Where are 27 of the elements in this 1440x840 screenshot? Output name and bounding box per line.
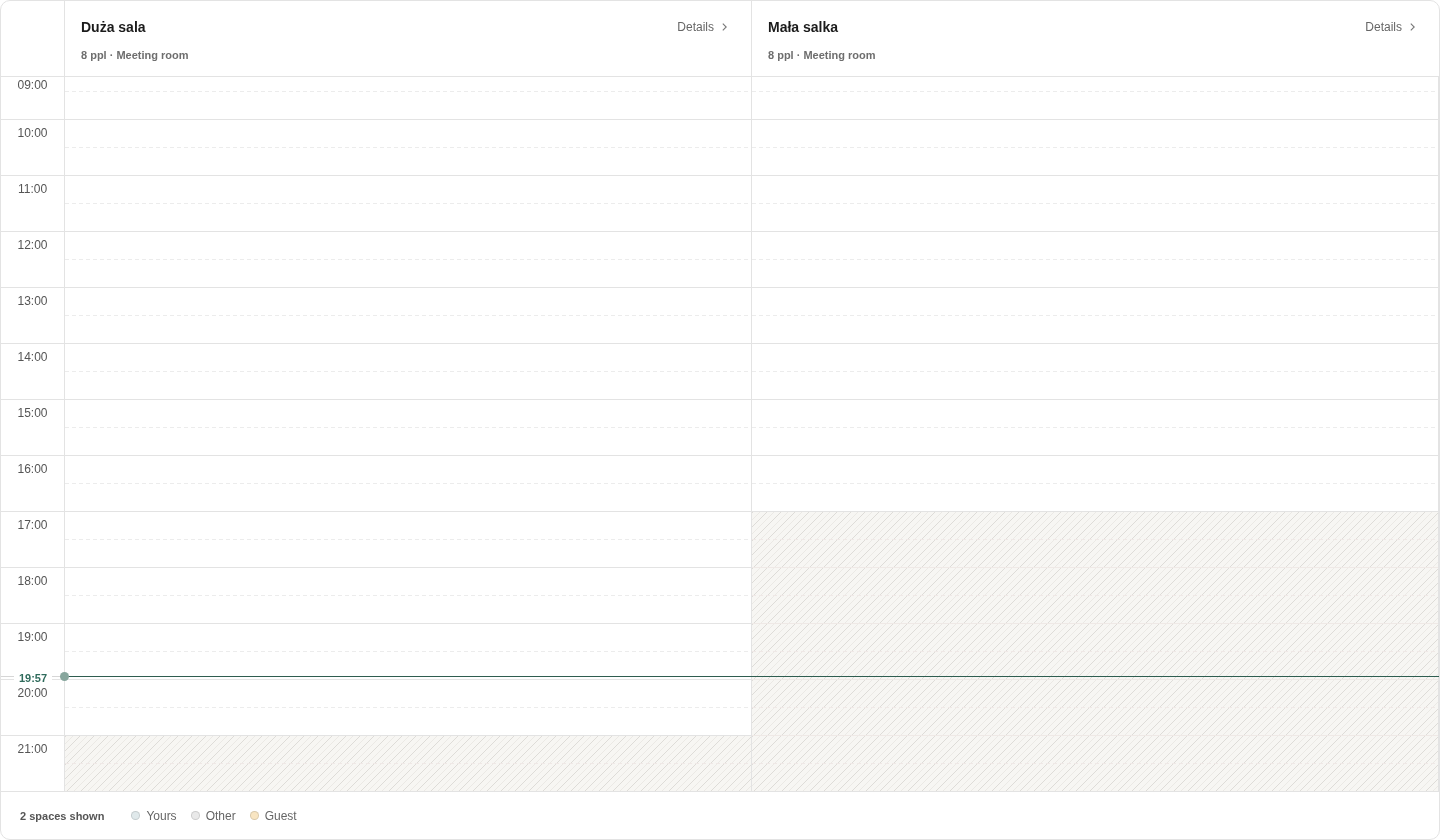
room-info: 8 ppl · Meeting room — [768, 48, 876, 62]
chevron-right-icon — [722, 23, 727, 31]
hour-label: 10:00 — [17, 126, 48, 140]
hour-label: 14:00 — [17, 350, 48, 364]
hour-label: 19:00 — [17, 630, 48, 644]
time-marker-icon — [60, 672, 69, 681]
hour-label: 11:00 — [17, 182, 48, 196]
chevron-right-icon — [1410, 23, 1415, 31]
legend-label: Other — [205, 808, 236, 823]
details-button[interactable]: Details — [677, 19, 727, 35]
hour-label: 15:00 — [17, 406, 48, 420]
hour-label: 13:00 — [17, 294, 48, 308]
room-name: Mała salka — [768, 18, 839, 37]
legend-label: Guest — [264, 808, 297, 823]
legend-label: Yours — [146, 808, 177, 823]
hour-label: 17:00 — [17, 518, 48, 532]
hour-label: 20:00 — [17, 686, 48, 700]
hour-label: 21:00 — [17, 742, 48, 756]
hour-label: 16:00 — [17, 462, 48, 476]
details-button[interactable]: Details — [1365, 19, 1415, 35]
room-name: Duża sala — [81, 18, 146, 37]
hour-label: 12:00 — [17, 238, 48, 252]
hour-label: 09:00 — [17, 78, 48, 92]
spaces-count: 2 spaces shown — [20, 808, 105, 823]
hour-label: 18:00 — [17, 574, 48, 588]
current-time-label: 19:57 — [14, 671, 52, 685]
room-info: 8 ppl · Meeting room — [81, 48, 189, 62]
